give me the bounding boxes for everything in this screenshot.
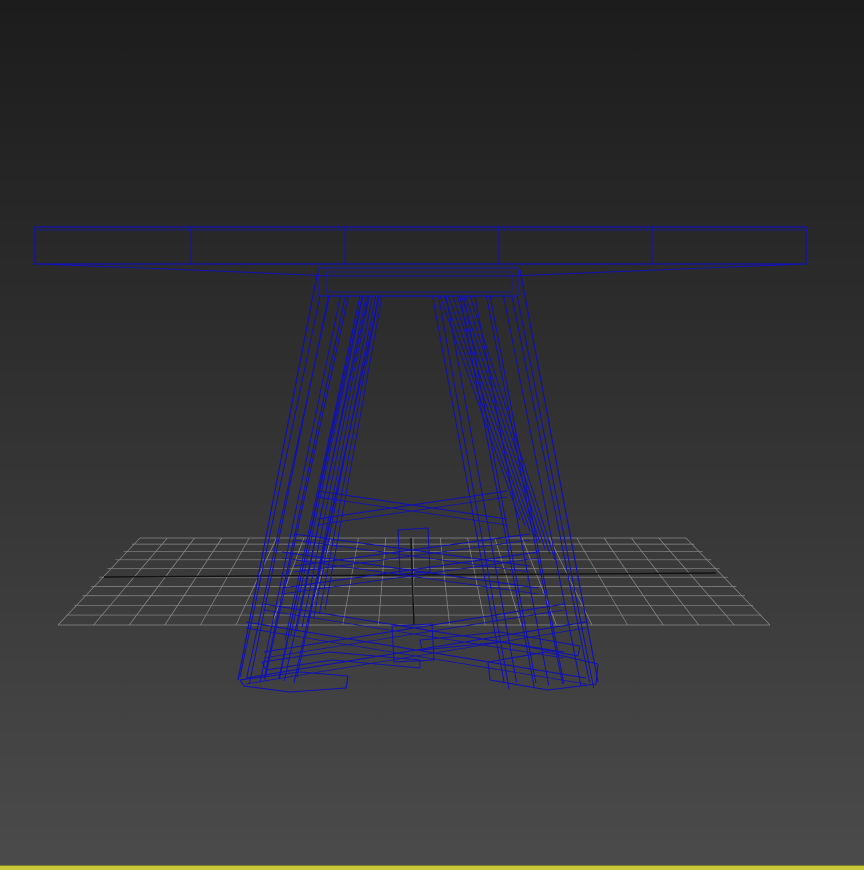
grid-line — [631, 537, 700, 626]
viewport-scene — [34, 226, 807, 693]
grid-line — [93, 537, 168, 626]
leg-wire — [443, 295, 526, 526]
leg-wire — [246, 295, 330, 678]
leg-wire — [259, 295, 341, 683]
table-wireframe-model[interactable] — [34, 226, 807, 693]
grid-line — [378, 537, 387, 626]
leg-wire — [474, 295, 550, 686]
table-top[interactable] — [34, 226, 807, 277]
leg-wire — [445, 295, 518, 683]
table-base-legs — [237, 269, 599, 690]
grid-line — [685, 537, 771, 626]
leg-wire — [448, 295, 531, 532]
grid-line — [164, 537, 223, 626]
3d-viewport[interactable] — [0, 0, 864, 870]
grid-line — [658, 537, 735, 626]
grid-line — [549, 537, 593, 626]
grid-line — [57, 537, 141, 626]
leg-wire — [307, 295, 374, 623]
leg-wire — [503, 295, 582, 687]
leg-wire — [264, 295, 349, 681]
grid-line — [128, 537, 195, 626]
leg-outline-right — [519, 269, 599, 683]
grid-line — [467, 537, 486, 626]
grid-line — [603, 537, 664, 626]
leg-wire — [278, 295, 363, 679]
table-apron — [317, 267, 519, 297]
active-viewport-border — [0, 866, 864, 870]
leg-wire — [489, 295, 565, 684]
leg-wire — [318, 295, 380, 615]
home-grid — [57, 537, 771, 626]
grid-line — [342, 537, 359, 626]
leg-wire — [469, 295, 556, 561]
